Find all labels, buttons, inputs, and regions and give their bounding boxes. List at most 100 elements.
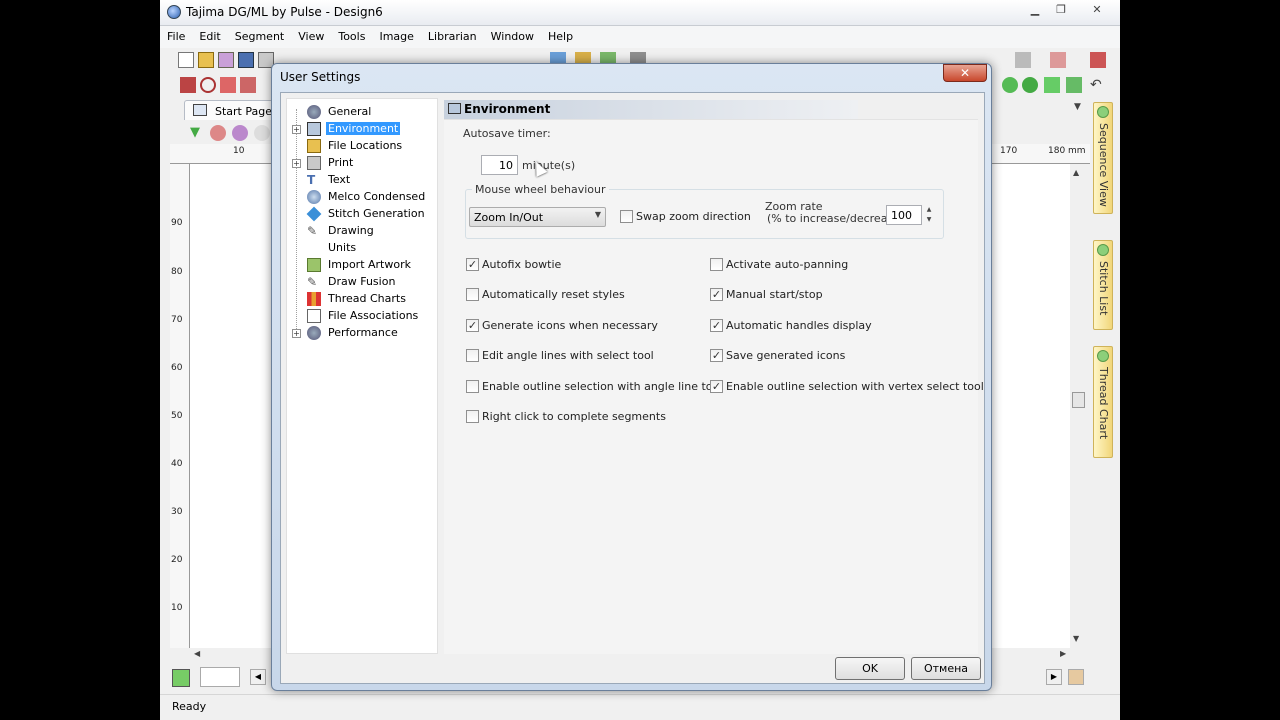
option-outline-vertex-select[interactable]: ✓ Enable outline selection with vertex s… [710, 379, 984, 395]
menu-image[interactable]: Image [372, 26, 420, 43]
option-generate-icons[interactable]: ✓ Generate icons when necessary [466, 318, 666, 334]
tree-item-text[interactable]: T Text [287, 172, 437, 189]
menu-edit[interactable]: Edit [192, 26, 227, 43]
zoom-icon[interactable] [1002, 77, 1018, 93]
side-tab-stitch-list[interactable]: Stitch List [1093, 240, 1113, 330]
ruler-left-label: 40 [171, 459, 183, 469]
scroll-down-icon[interactable]: ▼ [1073, 634, 1079, 643]
scroll-right-icon[interactable]: ▶ [1060, 649, 1066, 658]
stop-icon[interactable] [1090, 52, 1106, 68]
color-field[interactable] [200, 667, 240, 687]
expand-icon[interactable]: + [292, 125, 301, 134]
tree-item-performance[interactable]: + Performance [287, 325, 437, 342]
spin-down-icon[interactable]: ▼ [924, 215, 934, 225]
tree-item-general[interactable]: General [287, 104, 437, 121]
node-edit-icon[interactable] [240, 77, 256, 93]
thread-chart-icon [1097, 350, 1109, 362]
menu-help[interactable]: Help [541, 26, 580, 43]
spin-up-icon[interactable]: ▲ [924, 205, 934, 215]
option-label: Automatically reset styles [482, 288, 625, 301]
next-color-icon[interactable]: ▶ [1046, 669, 1062, 685]
close-window-icon[interactable]: ✕ [1074, 0, 1120, 18]
thread-palette-icon[interactable] [172, 669, 190, 687]
autosave-unit-label: minute(s) [522, 159, 576, 172]
option-auto-handles[interactable]: ✓ Automatic handles display [710, 318, 910, 334]
checkbox-box [466, 349, 479, 362]
tab-start-page[interactable]: Start Page [184, 100, 284, 120]
autosave-label: Autosave timer: [463, 127, 551, 140]
vertical-scrollbar[interactable]: ▲ ▼ [1070, 164, 1087, 648]
tree-item-melco-condensed[interactable]: Melco Condensed [287, 189, 437, 206]
menu-file[interactable]: File [160, 26, 192, 43]
side-tab-thread-chart[interactable]: Thread Chart [1093, 346, 1113, 458]
dialog-body: General + Environment File Locations + P… [280, 92, 985, 684]
color-grid-icon[interactable] [1068, 669, 1084, 685]
tree-item-file-locations[interactable]: File Locations [287, 138, 437, 155]
scroll-thumb[interactable] [1072, 392, 1085, 408]
filter-gray-icon[interactable] [254, 125, 270, 141]
menu-librarian[interactable]: Librarian [421, 26, 484, 43]
lasso-icon[interactable] [200, 77, 216, 93]
mouse-wheel-select[interactable]: Zoom In/Out ▼ [469, 207, 606, 227]
scroll-up-icon[interactable]: ▲ [1073, 168, 1079, 177]
minimize-icon[interactable]: ▁ [1022, 0, 1048, 18]
tree-item-draw-fusion[interactable]: ✎ Draw Fusion [287, 274, 437, 291]
cut-icon[interactable] [1015, 52, 1031, 68]
filter-red-icon[interactable] [210, 125, 226, 141]
option-reset-styles[interactable]: Automatically reset styles [466, 287, 666, 303]
tree-item-file-associations[interactable]: File Associations [287, 308, 437, 325]
image-icon [307, 258, 321, 272]
reshape-icon[interactable] [220, 77, 236, 93]
tree-item-environment[interactable]: + Environment [287, 121, 437, 138]
option-right-click-complete[interactable]: Right click to complete segments [466, 409, 666, 425]
expand-icon[interactable]: + [292, 159, 301, 168]
option-outline-angle-line[interactable]: Enable outline selection with angle line… [466, 379, 722, 395]
swap-zoom-checkbox[interactable]: Swap zoom direction [620, 209, 751, 225]
tree-item-thread-charts[interactable]: Thread Charts [287, 291, 437, 308]
tab-start-page-label: Start Page [215, 105, 272, 118]
eraser-icon[interactable] [1066, 77, 1082, 93]
tab-dropdown-icon[interactable]: ▼ [1074, 102, 1081, 112]
menu-tools[interactable]: Tools [331, 26, 372, 43]
new-file-icon[interactable] [178, 52, 194, 68]
option-manual-start-stop[interactable]: ✓ Manual start/stop [710, 287, 910, 303]
save-icon[interactable] [238, 52, 254, 68]
ok-button[interactable]: OK [835, 657, 905, 680]
side-tab-sequence-view[interactable]: Sequence View [1093, 102, 1113, 214]
delete-icon[interactable] [1050, 52, 1066, 68]
option-autofix-bowtie[interactable]: ✓ Autofix bowtie [466, 257, 666, 273]
expand-icon[interactable]: + [292, 329, 301, 338]
tree-item-label: Performance [328, 326, 398, 339]
pan-icon[interactable] [1022, 77, 1038, 93]
select-arrow-icon[interactable] [180, 77, 196, 93]
ruler-top-label: 170 [1000, 146, 1018, 156]
prev-color-icon[interactable]: ◀ [250, 669, 266, 685]
filter-icon[interactable]: ▼ [190, 125, 206, 141]
open-folder-icon[interactable] [198, 52, 214, 68]
zoom-rate-input[interactable]: 100 [886, 205, 922, 225]
tree-item-label: Text [328, 173, 351, 186]
tree-item-stitch-generation[interactable]: Stitch Generation [287, 206, 437, 223]
menu-view[interactable]: View [291, 26, 331, 43]
undo-icon[interactable]: ↶ [1090, 77, 1106, 93]
autosave-input[interactable]: 10 [481, 155, 518, 175]
dialog-close-button[interactable]: ✕ [943, 64, 987, 82]
measure-icon[interactable] [1044, 77, 1060, 93]
tree-item-import-artwork[interactable]: Import Artwork [287, 257, 437, 274]
ruler-left-label: 10 [171, 603, 183, 613]
option-save-icons[interactable]: ✓ Save generated icons [710, 348, 910, 364]
menu-segment[interactable]: Segment [228, 26, 292, 43]
zoom-rate-spinner[interactable]: ▲ ▼ [924, 205, 934, 225]
checkbox-checked-icon: ✓ [466, 319, 479, 332]
filter-purple-icon[interactable] [232, 125, 248, 141]
cancel-button[interactable]: Отмена [911, 657, 981, 680]
option-auto-panning[interactable]: Activate auto-panning [710, 257, 910, 273]
option-edit-angle-lines[interactable]: Edit angle lines with select tool [466, 348, 666, 364]
menu-window[interactable]: Window [484, 26, 541, 43]
tree-item-drawing[interactable]: ✎ Drawing [287, 223, 437, 240]
tree-item-print[interactable]: + Print [287, 155, 437, 172]
scroll-left-icon[interactable]: ◀ [194, 649, 200, 658]
design-icon[interactable] [218, 52, 234, 68]
maximize-icon[interactable]: ❐ [1048, 0, 1074, 18]
tree-item-units[interactable]: Units [287, 240, 437, 257]
